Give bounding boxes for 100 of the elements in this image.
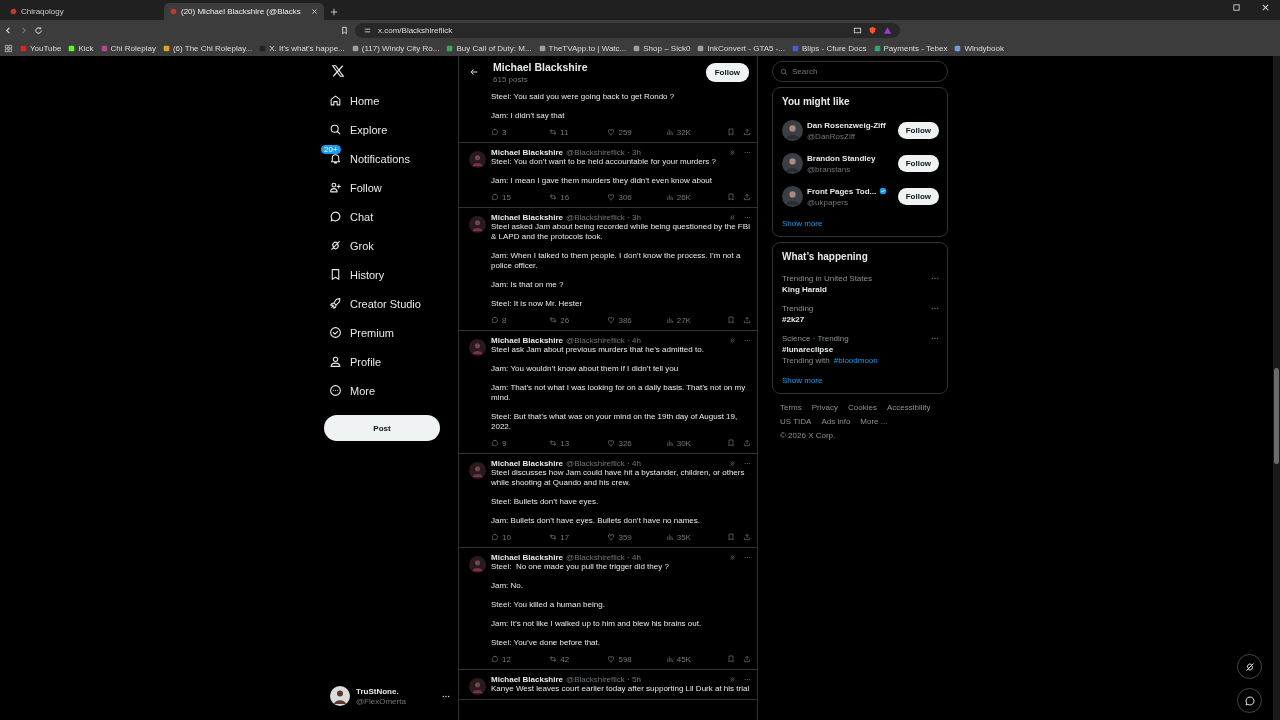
bookmark-item[interactable]: YouTube: [20, 43, 62, 53]
show-more-link[interactable]: Show more: [782, 376, 939, 385]
share-icon[interactable]: [743, 533, 751, 541]
stat-button[interactable]: 12: [491, 654, 550, 664]
bookmark-icon[interactable]: [340, 25, 349, 35]
stat-button[interactable]: 42: [549, 654, 608, 664]
nav-item[interactable]: Home: [320, 86, 380, 115]
cast-icon[interactable]: [853, 25, 862, 35]
share-icon[interactable]: [743, 193, 751, 201]
trend-topic[interactable]: #2k27: [782, 315, 931, 324]
bookmark-item[interactable]: TheTVApp.to | Watc...: [538, 43, 627, 53]
shield-icon[interactable]: [868, 25, 877, 35]
bookmark-item[interactable]: Blips - Cfure Docs: [792, 43, 867, 53]
stat-button[interactable]: 16: [549, 192, 608, 202]
bookmark-icon[interactable]: [727, 533, 735, 541]
author-name[interactable]: Michael Blackshire: [491, 552, 564, 562]
author-name[interactable]: Michael Blackshire: [491, 212, 564, 222]
messages-button[interactable]: [1237, 688, 1262, 713]
nav-item[interactable]: 20+ Notifications: [320, 144, 410, 173]
share-icon[interactable]: [743, 655, 751, 663]
bookmark-item[interactable]: (6) The Chi Roleplay...: [162, 43, 253, 53]
user-name[interactable]: Dan Rosenzweig-Ziff: [807, 120, 886, 130]
stat-button[interactable]: 10: [491, 532, 550, 542]
close-icon[interactable]: [311, 8, 318, 15]
share-icon[interactable]: [743, 316, 751, 324]
show-more-link[interactable]: Show more: [782, 219, 939, 228]
user-name[interactable]: Brandon Standley: [807, 153, 876, 163]
stat-button[interactable]: 35K: [665, 532, 719, 542]
footer-link[interactable]: Terms: [780, 403, 802, 412]
back-arrow-icon[interactable]: [469, 67, 479, 77]
maximize-icon[interactable]: [1232, 3, 1241, 12]
forward-icon[interactable]: [19, 25, 28, 35]
author-name[interactable]: Michael Blackshire: [491, 147, 564, 157]
stat-button[interactable]: 326: [607, 438, 666, 448]
browser-tab[interactable]: Chiraqology: [4, 3, 164, 20]
back-icon[interactable]: [4, 25, 13, 35]
close-icon[interactable]: [1261, 3, 1270, 12]
scrollbar-thumb[interactable]: [1274, 368, 1279, 464]
avatar[interactable]: [782, 153, 803, 174]
stat-button[interactable]: 306: [607, 192, 666, 202]
stat-button[interactable]: 26K: [665, 192, 719, 202]
x-logo[interactable]: [331, 64, 345, 78]
nav-item[interactable]: Follow: [320, 173, 382, 202]
stat-button[interactable]: 27K: [665, 315, 719, 325]
author-name[interactable]: Michael Blackshire: [491, 674, 564, 684]
share-icon[interactable]: [743, 439, 751, 447]
hashtag-link[interactable]: #bloodmoon: [833, 356, 878, 365]
nav-item[interactable]: Creator Studio: [320, 289, 421, 318]
follow-button[interactable]: Follow: [897, 155, 939, 172]
avatar[interactable]: [782, 120, 803, 141]
author-name[interactable]: Michael Blackshire: [491, 458, 564, 468]
bookmark-item[interactable]: (117) Windy City Ro...: [351, 43, 440, 53]
avatar[interactable]: [330, 686, 350, 706]
stat-button[interactable]: 11: [549, 127, 608, 137]
bookmark-item[interactable]: InkConvert - GTA5 -...: [697, 43, 786, 53]
footer-link[interactable]: Ads info: [821, 417, 851, 426]
share-icon[interactable]: [743, 128, 751, 136]
triangle-icon[interactable]: [883, 25, 892, 35]
stat-button[interactable]: 598: [607, 654, 666, 664]
bookmark-item[interactable]: Payments - Tebex: [873, 43, 948, 53]
bookmark-item[interactable]: Shop – Sick0: [633, 43, 691, 53]
stat-button[interactable]: 26: [549, 315, 608, 325]
footer-link[interactable]: Privacy: [811, 403, 838, 412]
nav-item[interactable]: History: [320, 260, 385, 289]
stat-button[interactable]: 359: [607, 532, 666, 542]
more-icon[interactable]: [442, 694, 450, 698]
nav-item[interactable]: Profile: [320, 347, 382, 376]
bookmark-item[interactable]: Windybook: [954, 43, 1004, 53]
stat-button[interactable]: 30K: [665, 438, 719, 448]
bookmark-icon[interactable]: [727, 193, 735, 201]
stat-button[interactable]: 45K: [665, 654, 719, 664]
address-bar[interactable]: x.com/Blackshireflick: [355, 22, 900, 38]
stat-button[interactable]: 15: [491, 192, 550, 202]
nav-item[interactable]: Explore: [320, 115, 388, 144]
follow-button[interactable]: Follow: [897, 188, 939, 205]
footer-link[interactable]: US TIDA: [780, 417, 812, 426]
bookmark-icon[interactable]: [727, 439, 735, 447]
new-tab-icon[interactable]: [330, 8, 338, 16]
footer-link[interactable]: © 2026 X Corp.: [780, 431, 836, 440]
footer-link[interactable]: Cookies: [848, 403, 877, 412]
search-field[interactable]: Search: [772, 61, 948, 82]
trend-topic[interactable]: #lunareclipse: [782, 345, 931, 354]
follow-button[interactable]: Follow: [705, 62, 749, 82]
stat-button[interactable]: 13: [549, 438, 608, 448]
post-button[interactable]: Post: [324, 415, 440, 441]
grok-button[interactable]: [1237, 654, 1262, 679]
reload-icon[interactable]: [34, 25, 43, 35]
stat-button[interactable]: 3: [491, 127, 550, 137]
footer-link[interactable]: Accessibility: [886, 403, 931, 412]
apps-grid-icon[interactable]: [4, 43, 13, 53]
browser-tab[interactable]: (20) Michael Blackshire (@Blacks: [164, 3, 324, 20]
nav-item[interactable]: More: [320, 376, 376, 405]
bookmark-item[interactable]: Buy Call of Duty: M...: [446, 43, 532, 53]
bookmark-item[interactable]: X. It's what's happe...: [259, 43, 345, 53]
bookmark-icon[interactable]: [727, 655, 735, 663]
stat-button[interactable]: 32K: [665, 127, 719, 137]
stat-button[interactable]: 9: [491, 438, 550, 448]
follow-button[interactable]: Follow: [897, 122, 939, 139]
nav-item[interactable]: Premium: [320, 318, 394, 347]
bookmark-item[interactable]: Chi Roleplay: [100, 43, 156, 53]
